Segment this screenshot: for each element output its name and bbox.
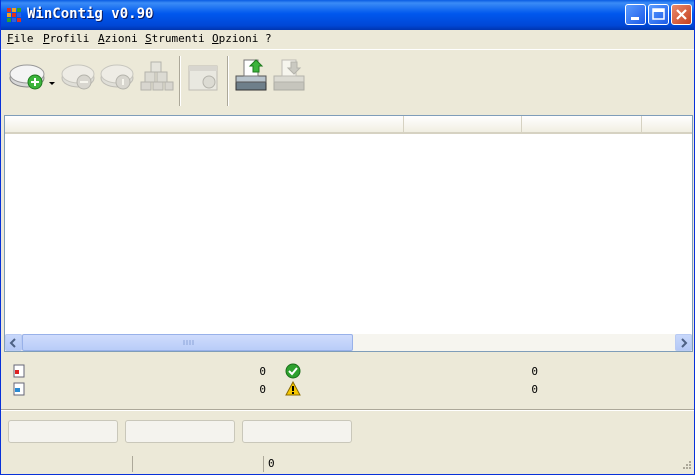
status-bar: 0 — [1, 454, 694, 474]
menu-strumenti[interactable]: Strumenti — [145, 32, 205, 45]
maximize-button[interactable] — [648, 4, 669, 25]
column-header[interactable] — [404, 116, 522, 132]
status-pane-3: 0 — [263, 456, 694, 472]
ok-count: 0 — [531, 365, 538, 378]
close-button[interactable] — [671, 4, 692, 25]
toolbar-separator — [227, 56, 229, 106]
drive-upload-icon — [235, 59, 267, 91]
menu-file[interactable]: File — [7, 32, 34, 45]
warning-count: 0 — [531, 383, 538, 396]
column-header[interactable] — [5, 116, 404, 132]
toolbar-separator — [179, 56, 181, 106]
resize-grip-icon[interactable] — [680, 460, 692, 472]
folders-count: 0 — [259, 383, 266, 396]
menu-opzioni[interactable]: Opzioni — [212, 32, 258, 45]
arrow-left-icon — [9, 338, 16, 348]
app-icon — [7, 8, 21, 22]
maximize-icon — [652, 8, 665, 20]
action-button-3[interactable] — [242, 420, 352, 443]
remove-drive-icon — [61, 64, 95, 90]
folder-file-icon — [13, 382, 25, 396]
file-icon — [13, 364, 25, 378]
menu-help[interactable]: ? — [265, 32, 272, 45]
app-window: WinContig v0.90 File Profili Azioni Stru… — [0, 0, 695, 475]
menu-profili[interactable]: Profili — [43, 32, 89, 45]
menu-azioni[interactable]: Azioni — [98, 32, 138, 45]
minimize-button[interactable] — [625, 4, 646, 25]
list-header — [5, 116, 692, 134]
action-button-2[interactable] — [125, 420, 235, 443]
window-title: WinContig v0.90 — [27, 6, 154, 22]
horizontal-scrollbar[interactable] — [5, 334, 692, 351]
analyze-icon — [188, 65, 218, 91]
drive-list[interactable] — [4, 115, 693, 352]
action-button-1[interactable] — [8, 420, 118, 443]
remove-drive-button[interactable] — [61, 56, 97, 96]
add-drive-button[interactable] — [9, 56, 57, 96]
scroll-thumb[interactable] — [22, 334, 353, 351]
column-header[interactable] — [522, 116, 642, 132]
scroll-right-button[interactable] — [675, 334, 692, 351]
drive-download-icon — [273, 59, 305, 91]
drive-download-button[interactable] — [272, 56, 308, 96]
ok-check-icon — [285, 363, 301, 379]
grip-lines-icon — [183, 340, 194, 345]
status-pane-2 — [132, 456, 263, 472]
files-count: 0 — [259, 365, 266, 378]
add-drive-icon — [9, 64, 55, 90]
drive-info-icon — [100, 64, 134, 90]
divider — [1, 409, 694, 411]
analyze-button[interactable] — [187, 56, 223, 96]
title-bar[interactable]: WinContig v0.90 — [1, 0, 694, 30]
toolbar — [1, 49, 694, 112]
scroll-left-button[interactable] — [5, 334, 22, 351]
warning-icon — [285, 381, 301, 396]
status-pane-1 — [1, 456, 132, 472]
arrow-right-icon — [681, 338, 688, 348]
cubes-button[interactable] — [139, 56, 175, 96]
stats-panel: 0 0 0 0 — [1, 358, 694, 408]
menu-bar: File Profili Azioni Strumenti Opzioni ? — [1, 30, 694, 48]
drive-upload-button[interactable] — [234, 56, 270, 96]
drive-info-button[interactable] — [100, 56, 136, 96]
cubes-icon — [140, 61, 174, 91]
minimize-icon — [631, 17, 639, 20]
close-icon — [676, 9, 687, 20]
